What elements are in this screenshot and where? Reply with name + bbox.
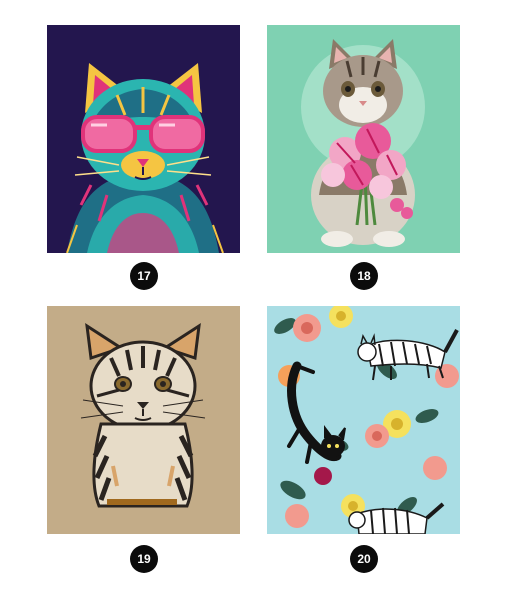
sketched-cat-illustration (47, 306, 240, 534)
sketched-cat-on-kraft-paper-image[interactable] (47, 306, 240, 534)
cats-and-roses-pattern-image[interactable] (267, 306, 460, 534)
item-number-badge: 20 (350, 545, 378, 573)
item-number-badge: 17 (130, 262, 158, 290)
item-number-badge: 19 (130, 545, 158, 573)
kitten-with-pink-lilies-image[interactable] (267, 25, 460, 253)
item-number-badge: 18 (350, 262, 378, 290)
neon-cat-illustration (47, 25, 240, 253)
neon-cat-sunglasses-image[interactable] (47, 25, 240, 253)
kitten-lilies-illustration (267, 25, 460, 253)
cats-roses-pattern-illustration (267, 306, 460, 534)
